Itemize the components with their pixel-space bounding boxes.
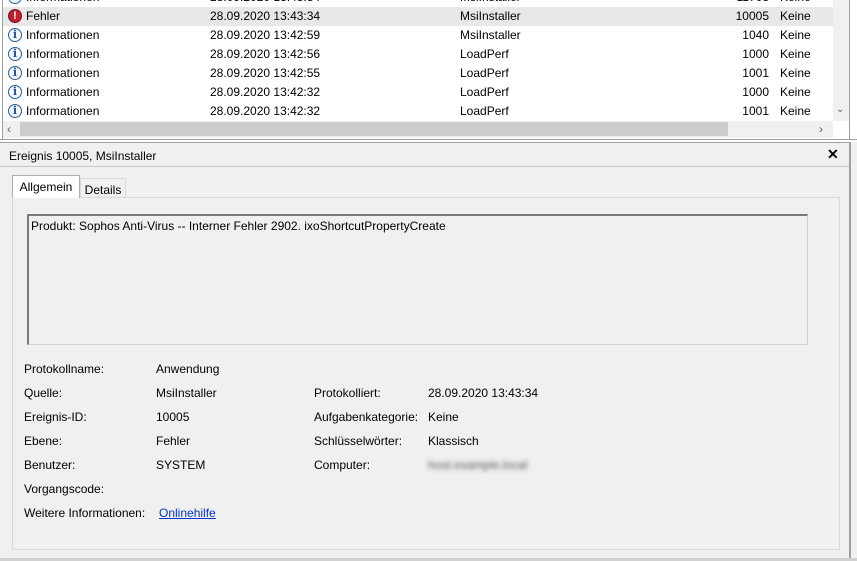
aufgabenkategorie-value: Keine	[428, 410, 459, 424]
event-category: Keine	[780, 47, 811, 61]
event-source: LoadPerf	[460, 104, 509, 118]
event-detail-pane: Ereignis 10005, MsiInstaller ✕ Allgemein…	[0, 142, 857, 561]
event-category: Keine	[780, 85, 811, 99]
protokollname-value: Anwendung	[156, 362, 220, 376]
tab-panel-allgemein: Produkt: Sophos Anti-Virus -- Interner F…	[12, 197, 840, 550]
event-row[interactable]: i Informationen 28.09.2020 13:42:56 LoadPer…	[3, 45, 833, 64]
quelle-label: Quelle:	[24, 386, 63, 400]
event-id: 1000	[742, 85, 769, 99]
event-level: Informationen	[26, 28, 100, 42]
horizontal-scroll-thumb[interactable]	[20, 122, 728, 136]
event-datetime: 28.09.2020 13:43:34	[210, 9, 321, 23]
scroll-right-icon[interactable]: ›	[819, 122, 823, 136]
event-row[interactable]: i Informationen 28.09.2020 13:42:32 LoadPer…	[3, 83, 833, 102]
benutzer-value: SYSTEM	[156, 458, 206, 472]
benutzer-label: Benutzer:	[24, 458, 76, 472]
info-icon: i	[8, 0, 22, 4]
event-id: 1001	[742, 104, 769, 118]
vorgangscode-label: Vorgangscode:	[24, 482, 105, 496]
computer-value: host.example.local	[428, 458, 528, 472]
quelle-value: MsiInstaller	[156, 386, 217, 400]
scroll-left-icon[interactable]: ‹	[7, 122, 11, 136]
event-id: 1040	[742, 28, 769, 42]
protokollname-label: Protokollname:	[24, 362, 105, 376]
event-datetime: 28.09.2020 13:42:55	[210, 66, 321, 80]
event-datetime: 28.09.2020 13:43:34	[210, 0, 320, 4]
event-category: Keine	[780, 66, 811, 80]
ereignis-id-value: 10005	[156, 410, 190, 424]
weitere-informationen-label: Weitere Informationen:	[24, 506, 146, 520]
ereignis-id-label: Ereignis-ID:	[24, 410, 87, 424]
event-datetime: 28.09.2020 13:42:32	[210, 85, 321, 99]
computer-label: Computer:	[314, 458, 371, 472]
event-row[interactable]: i Informationen 28.09.2020 13:43:34 MsiInst…	[3, 0, 833, 7]
close-icon[interactable]: ✕	[827, 146, 839, 163]
event-id: 1000	[742, 47, 769, 61]
event-datetime: 28.09.2020 13:42:59	[210, 28, 321, 42]
list-border-bottom	[0, 139, 857, 140]
event-list[interactable]: i Informationen 28.09.2020 13:43:34 MsiInst…	[0, 0, 857, 140]
info-icon: i	[8, 104, 22, 118]
horizontal-scrollbar[interactable]: ‹ ›	[3, 121, 833, 138]
event-category: Keine	[780, 104, 811, 118]
event-datetime: 28.09.2020 13:42:56	[210, 47, 321, 61]
event-source: MsiInstaller	[460, 28, 521, 42]
event-source: LoadPerf	[460, 47, 509, 61]
event-level: Fehler	[26, 9, 61, 23]
event-datetime: 28.09.2020 13:42:32	[210, 104, 321, 118]
event-description: Produkt: Sophos Anti-Virus -- Interner F…	[31, 219, 446, 233]
detail-border-right	[849, 142, 851, 561]
event-source: LoadPerf	[460, 66, 509, 80]
scroll-down-icon[interactable]: ⌄	[836, 104, 844, 115]
event-description-box[interactable]: Produkt: Sophos Anti-Virus -- Interner F…	[27, 214, 808, 345]
aufgabenkategorie-label: Aufgabenkategorie:	[314, 410, 419, 424]
event-row[interactable]: ! Fehler 28.09.2020 13:43:34 MsiInstaller 10…	[3, 7, 833, 26]
event-level: Informationen	[26, 47, 100, 61]
event-row[interactable]: i Informationen 28.09.2020 13:42:59 MsiInst…	[3, 26, 833, 45]
list-border-right	[849, 0, 850, 140]
vertical-scrollbar[interactable]: ⌄	[833, 0, 849, 121]
event-row[interactable]: i Informationen 28.09.2020 13:42:55 LoadPer…	[3, 64, 833, 83]
schluesselwoerter-label: Schlüsselwörter:	[314, 434, 403, 448]
error-icon: !	[8, 9, 22, 23]
event-source: LoadPerf	[460, 85, 509, 99]
event-id: 11708	[703, 0, 769, 4]
event-level: Informationen	[26, 104, 100, 118]
info-icon: i	[8, 47, 22, 61]
event-id: 1001	[742, 66, 769, 80]
event-category: Keine	[780, 9, 811, 23]
ebene-label: Ebene:	[24, 434, 63, 448]
event-source: MsiInstaller	[460, 9, 521, 23]
event-source: MsiInstaller	[460, 0, 521, 4]
detail-header: Ereignis 10005, MsiInstaller ✕	[0, 142, 850, 167]
tab-allgemein[interactable]: Allgemein	[12, 175, 80, 198]
info-icon: i	[8, 85, 22, 99]
event-id: 10005	[735, 9, 769, 23]
event-row[interactable]: i Informationen 28.09.2020 13:42:32 LoadPer…	[3, 102, 833, 121]
event-category: Keine	[780, 28, 811, 42]
schluesselwoerter-value: Klassisch	[428, 434, 479, 448]
onlinehilfe-link[interactable]: Onlinehilfe	[159, 506, 216, 520]
event-level: Informationen	[26, 0, 99, 4]
event-level: Informationen	[26, 66, 100, 80]
protokolliert-value: 28.09.2020 13:43:34	[428, 386, 539, 400]
protokolliert-label: Protokolliert:	[314, 386, 381, 400]
ebene-value: Fehler	[156, 434, 191, 448]
event-category: Keine	[780, 0, 811, 4]
detail-title: Ereignis 10005, MsiInstaller	[9, 149, 157, 163]
info-icon: i	[8, 28, 22, 42]
info-icon: i	[8, 66, 22, 80]
tab-details[interactable]: Details	[80, 178, 126, 199]
event-level: Informationen	[26, 85, 100, 99]
